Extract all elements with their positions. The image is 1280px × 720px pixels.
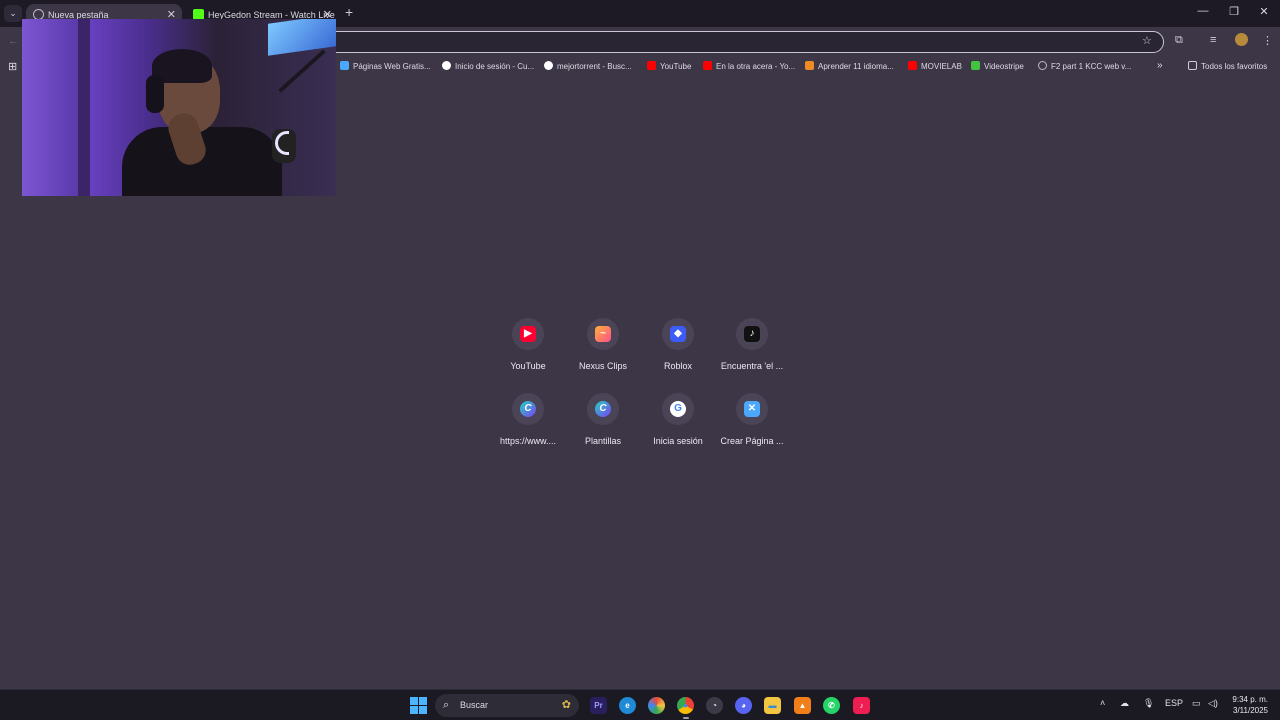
restore-icon[interactable]: ❐	[1226, 5, 1242, 18]
bookmark-item[interactable]: Inicio de sesión - Cu...	[442, 61, 534, 71]
shortcut-canva-url[interactable]: C https://www....	[490, 393, 566, 453]
more-menu-icon[interactable]: ⋮	[1262, 34, 1273, 47]
lingq-icon	[805, 61, 814, 70]
microphone-icon[interactable]: 🎙	[1143, 698, 1154, 709]
google-icon	[442, 61, 451, 70]
bookmark-item[interactable]: Páginas Web Gratis...	[340, 61, 431, 71]
canva-icon: C	[520, 401, 536, 417]
chevron-down-icon: ⌄	[9, 8, 17, 18]
back-icon[interactable]: ←	[8, 35, 19, 47]
taskbar: ⌕ Buscar ✿ Pr e ◉ ● ◔ ◕ ▬ ▲ ✆ ♪ ˄ ☁ 🎙 ES…	[0, 689, 1280, 720]
premiere-pro-icon[interactable]: Pr	[590, 697, 607, 714]
file-explorer-icon[interactable]: ▬	[764, 697, 781, 714]
shortcut-nexus-clips[interactable]: ~ Nexus Clips	[565, 318, 641, 378]
wix-icon: ✕	[744, 401, 760, 417]
bookmark-item[interactable]: F2 part 1 KCC web v...	[1038, 61, 1131, 71]
reading-list-icon[interactable]: ≡	[1210, 34, 1216, 46]
more-bookmarks-icon[interactable]: »	[1157, 60, 1163, 71]
profile-avatar[interactable]	[1235, 33, 1248, 46]
shortcut-crear-pagina[interactable]: ✕ Crear Página ...	[714, 393, 790, 453]
shortcut-roblox[interactable]: ◆ Roblox	[640, 318, 716, 378]
folder-icon	[1188, 61, 1197, 70]
system-clock[interactable]: 9:34 p. m. 3/11/2025	[1220, 694, 1268, 716]
close-window-icon[interactable]: ✕	[1256, 5, 1272, 18]
bookmark-item[interactable]: MOVIELAB	[908, 61, 962, 71]
shortcut-youtube[interactable]: ▶ YouTube	[490, 318, 566, 378]
new-tab-button[interactable]: +	[345, 4, 353, 20]
bookmark-item[interactable]: mejortorrent - Busc...	[544, 61, 632, 71]
taskbar-search[interactable]: ⌕ Buscar ✿	[435, 694, 579, 717]
bookmark-item[interactable]: En la otra acera - Yo...	[703, 61, 795, 71]
tab-search-button[interactable]: ⌄	[4, 5, 22, 22]
youtube-icon: ▶	[520, 326, 536, 342]
apps-grid-icon[interactable]: ⊞	[8, 60, 17, 73]
volume-icon[interactable]: ◁)	[1208, 698, 1218, 709]
search-highlight-icon: ✿	[561, 699, 571, 711]
display-icon[interactable]: ▭	[1192, 698, 1201, 709]
shortcuts-grid: ▶ YouTube ~ Nexus Clips ◆ Roblox ♪ Encue…	[490, 318, 790, 458]
vlc-icon[interactable]: ▲	[794, 697, 811, 714]
start-button[interactable]	[410, 697, 427, 714]
chevron-up-icon[interactable]: ˄	[1100, 698, 1105, 708]
canva-icon: C	[595, 401, 611, 417]
youtube-icon	[908, 61, 917, 70]
clock-app-icon[interactable]: ◔	[706, 697, 723, 714]
onedrive-icon[interactable]: ☁	[1120, 698, 1129, 709]
shortcut-tiktok[interactable]: ♪ Encuentra 'el ...	[714, 318, 790, 378]
webcam-overlay	[22, 19, 336, 196]
active-app-indicator	[683, 717, 689, 719]
videostripe-icon	[971, 61, 980, 70]
wix-icon	[340, 61, 349, 70]
minimize-icon[interactable]: —	[1195, 5, 1211, 17]
shortcut-plantillas[interactable]: C Plantillas	[565, 393, 641, 453]
chrome-icon[interactable]: ●	[677, 697, 694, 714]
youtube-icon	[703, 61, 712, 70]
nexus-clips-icon: ~	[595, 326, 611, 342]
discord-icon[interactable]: ◕	[735, 697, 752, 714]
roblox-icon: ◆	[670, 326, 686, 342]
shortcut-inicia-sesion[interactable]: G Inicia sesión	[640, 393, 716, 453]
google-icon	[544, 61, 553, 70]
davinci-icon[interactable]: ◉	[648, 697, 665, 714]
all-bookmarks-folder[interactable]: Todos los favoritos	[1188, 61, 1267, 71]
bookmark-item[interactable]: Aprender 11 idioma...	[805, 61, 894, 71]
tiktok-icon[interactable]: ♪	[853, 697, 870, 714]
search-icon: ⌕	[443, 699, 450, 711]
extensions-icon[interactable]: ⧉	[1175, 34, 1183, 47]
language-indicator[interactable]: ESP	[1165, 698, 1183, 708]
bookmark-item[interactable]: YouTube	[647, 61, 691, 71]
tiktok-icon: ♪	[744, 326, 760, 342]
youtube-icon	[647, 61, 656, 70]
globe-icon	[1038, 61, 1047, 70]
whatsapp-icon[interactable]: ✆	[823, 697, 840, 714]
google-icon: G	[670, 401, 686, 417]
edge-icon[interactable]: e	[619, 697, 636, 714]
star-icon[interactable]: ☆	[1142, 34, 1152, 47]
bookmark-item[interactable]: Videostripe	[971, 61, 1024, 71]
